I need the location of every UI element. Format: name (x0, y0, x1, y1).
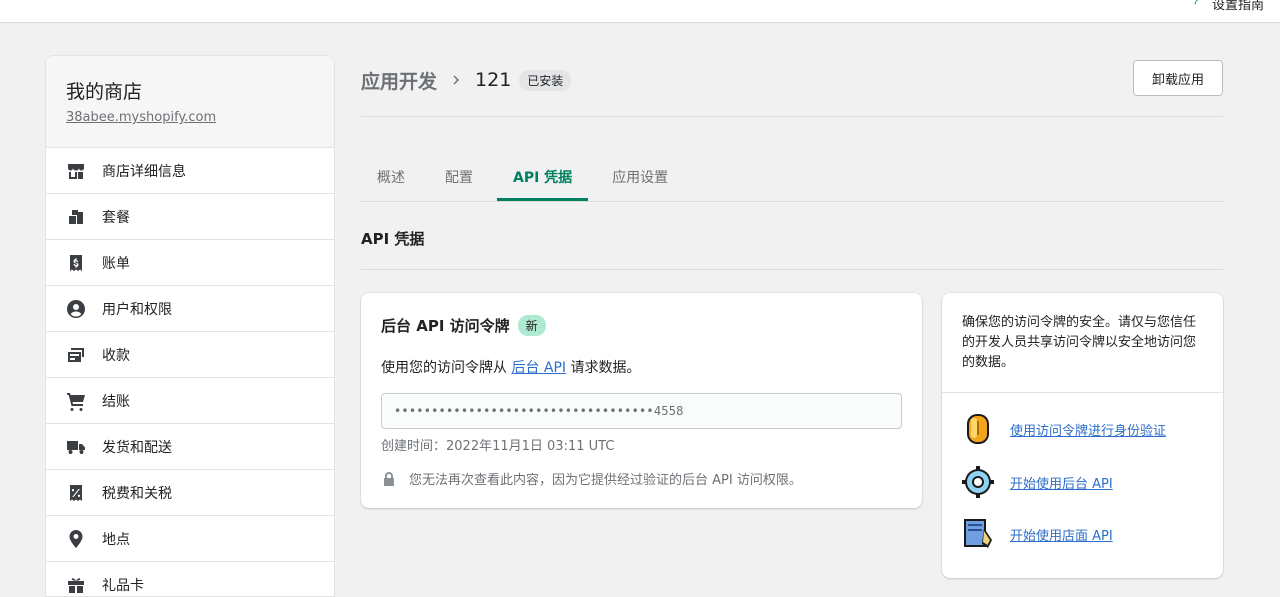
sidebar-item-label: 税费和关税 (102, 485, 172, 502)
billing-icon (66, 253, 86, 273)
location-icon (66, 529, 86, 549)
admin-api-link[interactable]: 后台 API (511, 360, 566, 376)
sidebar-item-checkout[interactable]: 结账 (46, 378, 334, 424)
warning-text: 您无法再次查看此内容，因为它提供经过验证的后台 API 访问权限。 (409, 473, 802, 488)
section-title: API 凭据 (361, 230, 425, 248)
sidebar-item-users[interactable]: 用户和权限 (46, 286, 334, 332)
top-bar: ◜ 设置指南 (0, 0, 1280, 23)
security-message: 确保您的访问令牌的安全。请仅与您信任的开发人员共享访问令牌以安全地访问您的数据。 (942, 293, 1223, 393)
divider (361, 201, 1223, 202)
divider (361, 269, 1223, 270)
uninstall-app-button[interactable]: 卸载应用 (1133, 60, 1223, 96)
card-description: 使用您的访问令牌从 后台 API 请求数据。 (381, 357, 641, 377)
settings-sidebar: 我的商店 38abee.myshopify.com 商店详细信息 套餐 账单 用… (45, 55, 335, 597)
cart-icon (66, 391, 86, 411)
status-badge: 已安装 (519, 69, 572, 91)
storefront-api-start-link[interactable]: 开始使用店面 API (1010, 525, 1113, 544)
sidebar-item-label: 收款 (102, 347, 130, 364)
resource-link-row: 开始使用店面 API (962, 518, 1113, 550)
sidebar-item-label: 礼品卡 (102, 577, 144, 594)
user-icon (66, 299, 86, 319)
progress-ring-icon: ◜ (1194, 0, 1200, 12)
card-header: 后台 API 访问令牌 新 (381, 315, 546, 336)
coin-icon (967, 414, 989, 444)
sidebar-item-taxes[interactable]: 税费和关税 (46, 470, 334, 516)
auth-with-token-link[interactable]: 使用访问令牌进行身份验证 (1010, 420, 1166, 439)
store-icon (66, 161, 86, 181)
sidebar-item-label: 账单 (102, 255, 130, 272)
sidebar-item-label: 套餐 (102, 209, 130, 226)
sidebar-item-payments[interactable]: 收款 (46, 332, 334, 378)
desc-text: 请求数据。 (566, 360, 641, 376)
gift-icon (66, 575, 86, 595)
new-badge: 新 (517, 315, 546, 336)
tab-overview[interactable]: 概述 (361, 155, 421, 199)
sidebar-item-plan[interactable]: 套餐 (46, 194, 334, 240)
sidebar-item-label: 商店详细信息 (102, 163, 186, 180)
admin-api-start-link[interactable]: 开始使用后台 API (1010, 473, 1113, 492)
sidebar-item-locations[interactable]: 地点 (46, 516, 334, 562)
sidebar-item-label: 用户和权限 (102, 301, 172, 318)
tab-configuration[interactable]: 配置 (429, 155, 489, 199)
payments-icon (66, 345, 86, 365)
security-tips-card: 确保您的访问令牌的安全。请仅与您信任的开发人员共享访问令牌以安全地访问您的数据。… (942, 293, 1223, 578)
sidebar-item-billing[interactable]: 账单 (46, 240, 334, 286)
desc-text: 使用您的访问令牌从 (381, 360, 512, 376)
setup-guide-link[interactable]: ◜ 设置指南 (1195, 0, 1264, 13)
sidebar-item-gift-cards[interactable]: 礼品卡 (46, 562, 334, 596)
gear-icon (962, 466, 994, 498)
store-domain-link[interactable]: 38abee.myshopify.com (66, 110, 334, 125)
chevron-right-icon (453, 75, 460, 85)
resource-link-row: 开始使用后台 API (962, 466, 1113, 498)
truck-icon (66, 437, 86, 457)
sidebar-item-label: 结账 (102, 393, 130, 410)
sidebar-item-label: 发货和配送 (102, 439, 172, 456)
reveal-warning: 您无法再次查看此内容，因为它提供经过验证的后台 API 访问权限。 (381, 469, 802, 488)
plan-icon (66, 207, 86, 227)
card-title: 后台 API 访问令牌 (381, 317, 510, 335)
created-timestamp: 创建时间：2022年11月1日 03:11 UTC (381, 439, 615, 454)
store-name: 我的商店 (66, 81, 143, 103)
sidebar-item-label: 地点 (102, 531, 130, 548)
divider (361, 116, 1223, 117)
tab-bar: 概述 配置 API 凭据 应用设置 (361, 155, 692, 201)
sidebar-item-store-details[interactable]: 商店详细信息 (46, 148, 334, 194)
access-token-field[interactable]: •••••••••••••••••••••••••••••••••••4558 (381, 393, 902, 429)
breadcrumb: 应用开发 121 已安装 (361, 60, 572, 100)
setup-guide-label: 设置指南 (1211, 0, 1264, 13)
resource-link-row: 使用访问令牌进行身份验证 (962, 413, 1166, 445)
tab-api-credentials[interactable]: API 凭据 (497, 155, 589, 201)
lock-icon (384, 471, 394, 486)
breadcrumb-parent-link[interactable]: 应用开发 (361, 67, 437, 94)
page-title: 121 (475, 69, 512, 91)
admin-api-token-card: 后台 API 访问令牌 新 使用您的访问令牌从 后台 API 请求数据。 •••… (361, 293, 922, 508)
tax-icon (66, 483, 86, 503)
store-header: 我的商店 38abee.myshopify.com (46, 56, 334, 148)
blueprint-icon (964, 519, 992, 548)
tab-app-settings[interactable]: 应用设置 (596, 155, 684, 199)
sidebar-item-shipping[interactable]: 发货和配送 (46, 424, 334, 470)
